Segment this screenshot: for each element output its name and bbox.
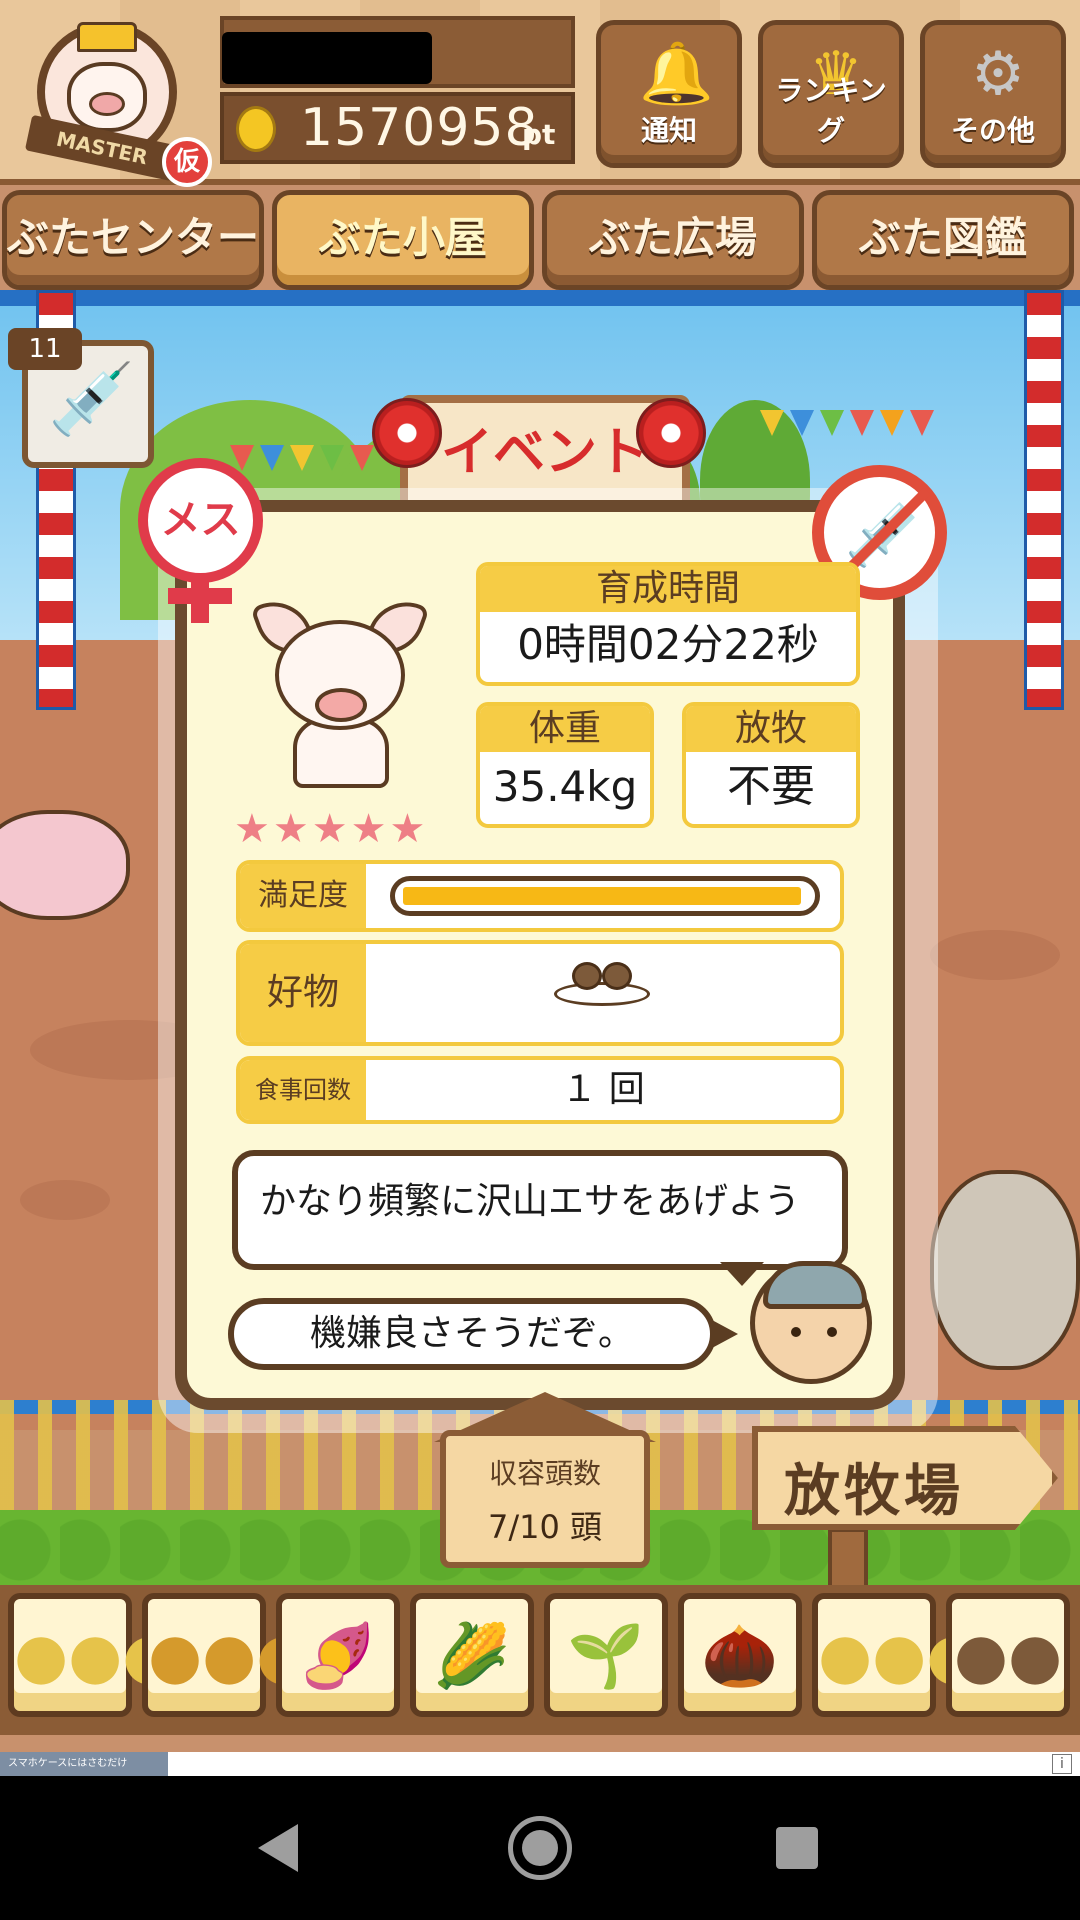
bunting-left xyxy=(230,445,380,485)
capacity-value: 7/10 頭 xyxy=(487,1508,603,1546)
growth-time-value: 0時間02分22秒 xyxy=(517,620,819,669)
satisfaction-bar-fill xyxy=(403,887,801,905)
farmer-eye xyxy=(791,1327,801,1337)
ad-thumbnail[interactable]: スマホケースにはさむだけ xyxy=(0,1752,168,1776)
notification-label: 通知 xyxy=(640,114,697,147)
food-slot-soybean[interactable]: 🌱 xyxy=(544,1593,668,1717)
food-slot-corn[interactable]: 🌽 xyxy=(410,1593,534,1717)
food-slot-dumpling-plate[interactable]: ●● xyxy=(946,1593,1070,1717)
food-slot-acorn[interactable]: 🌰 xyxy=(678,1593,802,1717)
meal-count-label: 食事回数 xyxy=(240,1060,366,1120)
satisfaction-row: 満足度 xyxy=(236,860,844,932)
food-slot-grain-plate[interactable]: ●●● xyxy=(812,1593,981,1717)
dumpling-plate-icon xyxy=(554,982,650,1006)
advice-bubble-tail xyxy=(720,1262,764,1286)
food-slot-grain[interactable]: ●●● xyxy=(8,1593,177,1717)
mood-bubble: 機嫌良さそうだぞ。 xyxy=(228,1298,716,1370)
grain-plate-icon: ●●● xyxy=(818,1619,981,1692)
dumpling xyxy=(572,962,602,990)
player-avatar[interactable]: MASTER 仮 xyxy=(22,12,212,187)
grain-pile-icon: ●●● xyxy=(14,1619,177,1692)
satisfaction-label: 満足度 xyxy=(240,864,366,928)
provisional-tag: 仮 xyxy=(162,137,212,187)
growth-time-box: 育成時間 0時間02分22秒 xyxy=(476,562,860,686)
grazing-box: 放牧 不要 xyxy=(682,702,860,828)
crown-icon xyxy=(77,22,137,52)
pasture-sign-label: 放牧場 xyxy=(784,1459,964,1524)
weight-box: 体重 35.4kg xyxy=(476,702,654,828)
dumpling-plate-icon: ●● xyxy=(953,1619,1063,1692)
ad-info-icon[interactable]: i xyxy=(1052,1754,1072,1774)
carnival-pole-right xyxy=(1024,290,1064,710)
tab-buta-encyclopedia[interactable]: ぶた図鑑 xyxy=(812,190,1074,290)
favorite-food-row: 好物 xyxy=(236,940,844,1046)
meal-count-row: 食事回数 １ 回 xyxy=(236,1056,844,1124)
tab-buta-plaza[interactable]: ぶた広場 xyxy=(542,190,804,290)
mood-bubble-tail xyxy=(712,1320,738,1348)
farmer-eye xyxy=(827,1327,837,1337)
ground-patch xyxy=(930,930,1060,980)
corn-icon: 🌽 xyxy=(433,1619,511,1692)
soybean-icon: 🌱 xyxy=(567,1619,645,1692)
rose-icon xyxy=(636,398,706,468)
back-icon[interactable] xyxy=(258,1824,298,1872)
female-badge: メス xyxy=(138,458,263,583)
capacity-label: 収容頭数 xyxy=(488,1457,601,1490)
food-bar: ●●● ●●● 🍠 🌽 🌱 🌰 ●●● ●● xyxy=(0,1585,1080,1735)
running-pig xyxy=(0,810,130,920)
ground-patch xyxy=(20,1180,110,1220)
meal-count-value: １ 回 xyxy=(561,1069,645,1110)
tab-buta-center[interactable]: ぶたセンター xyxy=(2,190,264,290)
gray-pig xyxy=(930,1170,1080,1370)
gear-icon: ⚙ xyxy=(971,39,1025,109)
notification-button[interactable]: 🔔 通知 xyxy=(596,20,742,168)
weight-value: 35.4kg xyxy=(492,762,638,811)
redacted-player-name xyxy=(222,32,432,84)
food-slot-mixed-grain[interactable]: ●●● xyxy=(142,1593,311,1717)
grazing-value: 不要 xyxy=(727,761,815,812)
pig-snout xyxy=(315,688,367,722)
pig-portrait[interactable] xyxy=(250,591,430,798)
bunting-right xyxy=(760,410,940,450)
tab-buta-hut[interactable]: ぶた小屋 xyxy=(272,190,534,290)
sweet-potato-icon: 🍠 xyxy=(299,1619,377,1692)
other-label: その他 xyxy=(950,114,1035,147)
rarity-stars: ★★★★★ xyxy=(234,806,429,852)
arch-beam xyxy=(0,290,1080,306)
rose-icon xyxy=(372,398,442,468)
bell-icon: 🔔 xyxy=(639,39,714,109)
acorn-icon: 🌰 xyxy=(701,1619,779,1692)
points-unit: pt xyxy=(522,118,556,151)
points-value: 1570958 xyxy=(300,98,539,158)
mixed-grain-icon: ●●● xyxy=(148,1619,311,1692)
dumpling xyxy=(602,962,632,990)
weight-label: 体重 xyxy=(480,706,650,752)
capacity-sign: 収容頭数 7/10 頭 xyxy=(440,1430,650,1568)
farmer-avatar xyxy=(750,1261,872,1384)
favorite-food xyxy=(366,944,840,1042)
recent-apps-icon[interactable] xyxy=(776,1827,818,1869)
home-icon[interactable] xyxy=(508,1816,572,1880)
ranking-label: ランキング xyxy=(775,74,887,147)
syringe-icon: 💉 xyxy=(48,358,136,440)
growth-time-label: 育成時間 xyxy=(480,566,856,612)
female-symbol-cross xyxy=(168,588,232,604)
favorite-label: 好物 xyxy=(240,944,366,1042)
pig-snout xyxy=(89,92,125,116)
main-tabs: ぶたセンター ぶた小屋 ぶた広場 ぶた図鑑 xyxy=(0,190,1080,292)
grazing-label: 放牧 xyxy=(686,706,856,752)
advice-bubble: かなり頻繁に沢山エサをあげよう xyxy=(232,1150,848,1270)
coin-icon xyxy=(236,106,276,152)
food-slot-sweet-potato[interactable]: 🍠 xyxy=(276,1593,400,1717)
other-button[interactable]: ⚙ その他 xyxy=(920,20,1066,168)
ranking-button[interactable]: ♛ ランキング xyxy=(758,20,904,168)
syringe-count: 11 xyxy=(8,328,82,370)
satisfaction-gauge xyxy=(366,864,840,928)
satisfaction-bar-track xyxy=(390,876,820,916)
pasture-sign-button[interactable]: 放牧場 xyxy=(752,1426,1058,1530)
